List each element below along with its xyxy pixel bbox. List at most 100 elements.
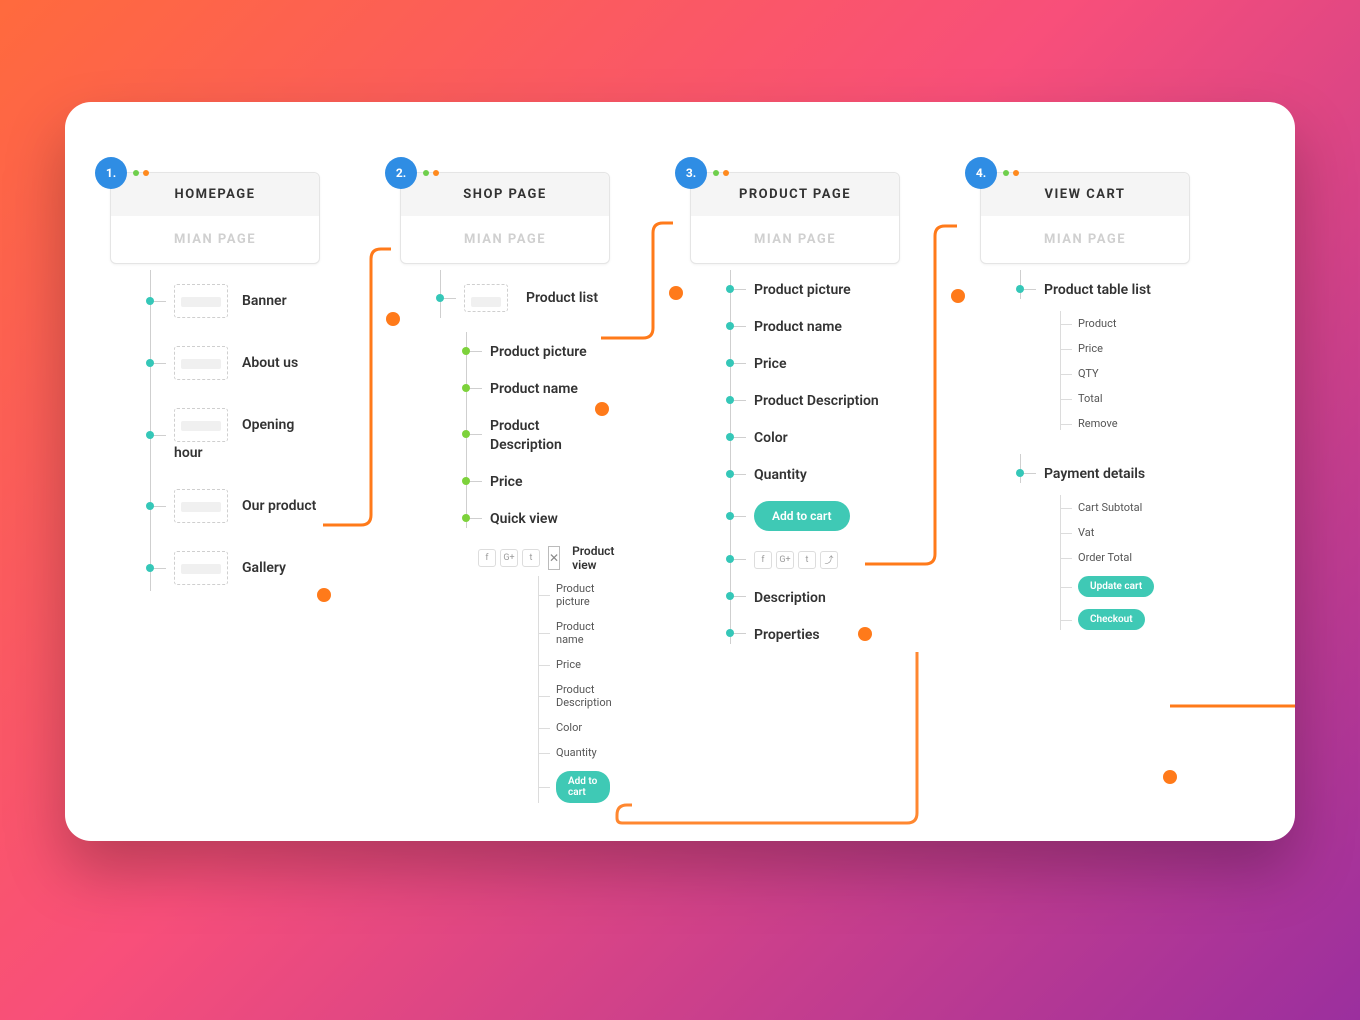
connector-dot — [669, 286, 683, 300]
thumb-icon — [464, 284, 508, 312]
card-title: HOMEPAGE — [111, 173, 319, 216]
step-badge: 3. — [675, 157, 707, 189]
node-quick-view[interactable]: Quick view — [466, 499, 610, 536]
card-shop[interactable]: 2. SHOP PAGE MIAN PAGE — [400, 172, 610, 264]
homepage-tree: Banner About us Opening hour Our product… — [150, 270, 320, 599]
social-row: f G+ t ⤴ — [754, 551, 838, 569]
node-social: f G+ t ⤴ — [730, 540, 900, 578]
node-color[interactable]: Color — [730, 418, 900, 455]
connector-dot — [1163, 770, 1177, 784]
qv-product-picture: Product picture — [538, 576, 610, 614]
pt-price: Price — [1060, 336, 1190, 361]
node-about[interactable]: About us — [150, 332, 320, 394]
node-banner[interactable]: Banner — [150, 270, 320, 332]
close-icon[interactable]: ✕ — [548, 546, 560, 570]
card-homepage[interactable]: 1. HOMEPAGE MIAN PAGE — [110, 172, 320, 264]
qv-product-desc: Product Description — [538, 677, 610, 715]
card-subtitle: MIAN PAGE — [981, 216, 1189, 263]
node-description[interactable]: Description — [730, 578, 900, 615]
connector-dot — [951, 289, 965, 303]
status-dots — [1003, 170, 1019, 176]
payment-subtree: Cart Subtotal Vat Order Total Update car… — [1060, 495, 1190, 636]
card-product[interactable]: 3. PRODUCT PAGE MIAN PAGE — [690, 172, 900, 264]
node-product-table[interactable]: Product table list — [1020, 270, 1190, 307]
add-to-cart-button[interactable]: Add to cart — [556, 771, 610, 803]
qv-color: Color — [538, 715, 610, 740]
card-title: VIEW CART — [981, 173, 1189, 216]
node-product-desc[interactable]: Product Description — [730, 381, 900, 418]
product-view-title: Product view — [572, 544, 614, 572]
payment-tree: Payment details — [1020, 454, 1190, 491]
node-payment-details[interactable]: Payment details — [1020, 454, 1190, 491]
connector-dot — [595, 402, 609, 416]
node-product-picture[interactable]: Product picture — [730, 270, 900, 307]
qv-product-name: Product name — [538, 614, 610, 652]
node-add-to-cart: Add to cart — [730, 492, 900, 540]
step-badge: 1. — [95, 157, 127, 189]
pd-order-total: Order Total — [1060, 545, 1190, 570]
product-table-subtree: Product Price QTY Total Remove — [1060, 311, 1190, 436]
node-product-picture[interactable]: Product picture — [466, 332, 610, 369]
thumb-icon — [174, 489, 228, 523]
sitemap-canvas: 1. HOMEPAGE MIAN PAGE Banner About us Op… — [65, 102, 1295, 841]
facebook-icon[interactable]: f — [754, 551, 772, 569]
column-homepage: 1. HOMEPAGE MIAN PAGE Banner About us Op… — [110, 172, 320, 599]
node-price[interactable]: Price — [466, 462, 610, 499]
status-dots — [713, 170, 729, 176]
thumb-icon — [174, 346, 228, 380]
node-properties[interactable]: Properties — [730, 615, 900, 652]
pt-total: Total — [1060, 386, 1190, 411]
facebook-icon[interactable]: f — [478, 549, 496, 567]
checkout-button[interactable]: Checkout — [1078, 609, 1145, 630]
cart-tree: Product table list — [1020, 270, 1190, 307]
node-product-name[interactable]: Product name — [466, 369, 610, 406]
card-subtitle: MIAN PAGE — [401, 216, 609, 263]
connector-dot — [386, 312, 400, 326]
google-icon[interactable]: G+ — [776, 551, 794, 569]
node-opening-hour[interactable]: Opening hour — [150, 394, 320, 475]
node-our-product[interactable]: Our product — [150, 475, 320, 537]
share-icon[interactable]: ⤴ — [820, 551, 838, 569]
twitter-icon[interactable]: t — [798, 551, 816, 569]
thumb-icon — [174, 408, 228, 442]
card-subtitle: MIAN PAGE — [691, 216, 899, 263]
update-cart-button[interactable]: Update cart — [1078, 576, 1154, 597]
card-title: SHOP PAGE — [401, 173, 609, 216]
node-quantity[interactable]: Quantity — [730, 455, 900, 492]
column-shop: 2. SHOP PAGE MIAN PAGE Product list Prod… — [400, 172, 610, 809]
pd-subtotal: Cart Subtotal — [1060, 495, 1190, 520]
qv-add-to-cart: Add to cart — [538, 765, 610, 809]
column-cart: 4. VIEW CART MIAN PAGE Product table lis… — [980, 172, 1190, 636]
pd-vat: Vat — [1060, 520, 1190, 545]
step-badge: 4. — [965, 157, 997, 189]
quick-view-header: f G+ t ✕ Product view — [478, 544, 610, 572]
shop-tree: Product list — [440, 270, 610, 326]
step-badge: 2. — [385, 157, 417, 189]
shop-detail-tree: Product picture Product name Product Des… — [466, 332, 610, 536]
node-product-name[interactable]: Product name — [730, 307, 900, 344]
node-gallery[interactable]: Gallery — [150, 537, 320, 599]
thumb-icon — [174, 551, 228, 585]
pd-update-cart: Update cart — [1060, 570, 1190, 603]
connector-dot — [858, 627, 872, 641]
connector-dot — [317, 588, 331, 602]
node-price[interactable]: Price — [730, 344, 900, 381]
twitter-icon[interactable]: t — [522, 549, 540, 567]
social-row: f G+ t — [478, 549, 540, 567]
pd-checkout: Checkout — [1060, 603, 1190, 636]
quick-view-block: f G+ t ✕ Product view Product picture Pr… — [478, 544, 610, 809]
pt-qty: QTY — [1060, 361, 1190, 386]
card-subtitle: MIAN PAGE — [111, 216, 319, 263]
status-dots — [423, 170, 439, 176]
pt-product: Product — [1060, 311, 1190, 336]
node-product-desc[interactable]: Product Description — [466, 406, 610, 462]
thumb-icon — [174, 284, 228, 318]
pt-remove: Remove — [1060, 411, 1190, 436]
qv-quantity: Quantity — [538, 740, 610, 765]
card-title: PRODUCT PAGE — [691, 173, 899, 216]
google-icon[interactable]: G+ — [500, 549, 518, 567]
product-tree: Product picture Product name Price Produ… — [730, 270, 900, 652]
add-to-cart-button[interactable]: Add to cart — [754, 501, 850, 531]
card-cart[interactable]: 4. VIEW CART MIAN PAGE — [980, 172, 1190, 264]
node-product-list[interactable]: Product list — [440, 270, 610, 326]
